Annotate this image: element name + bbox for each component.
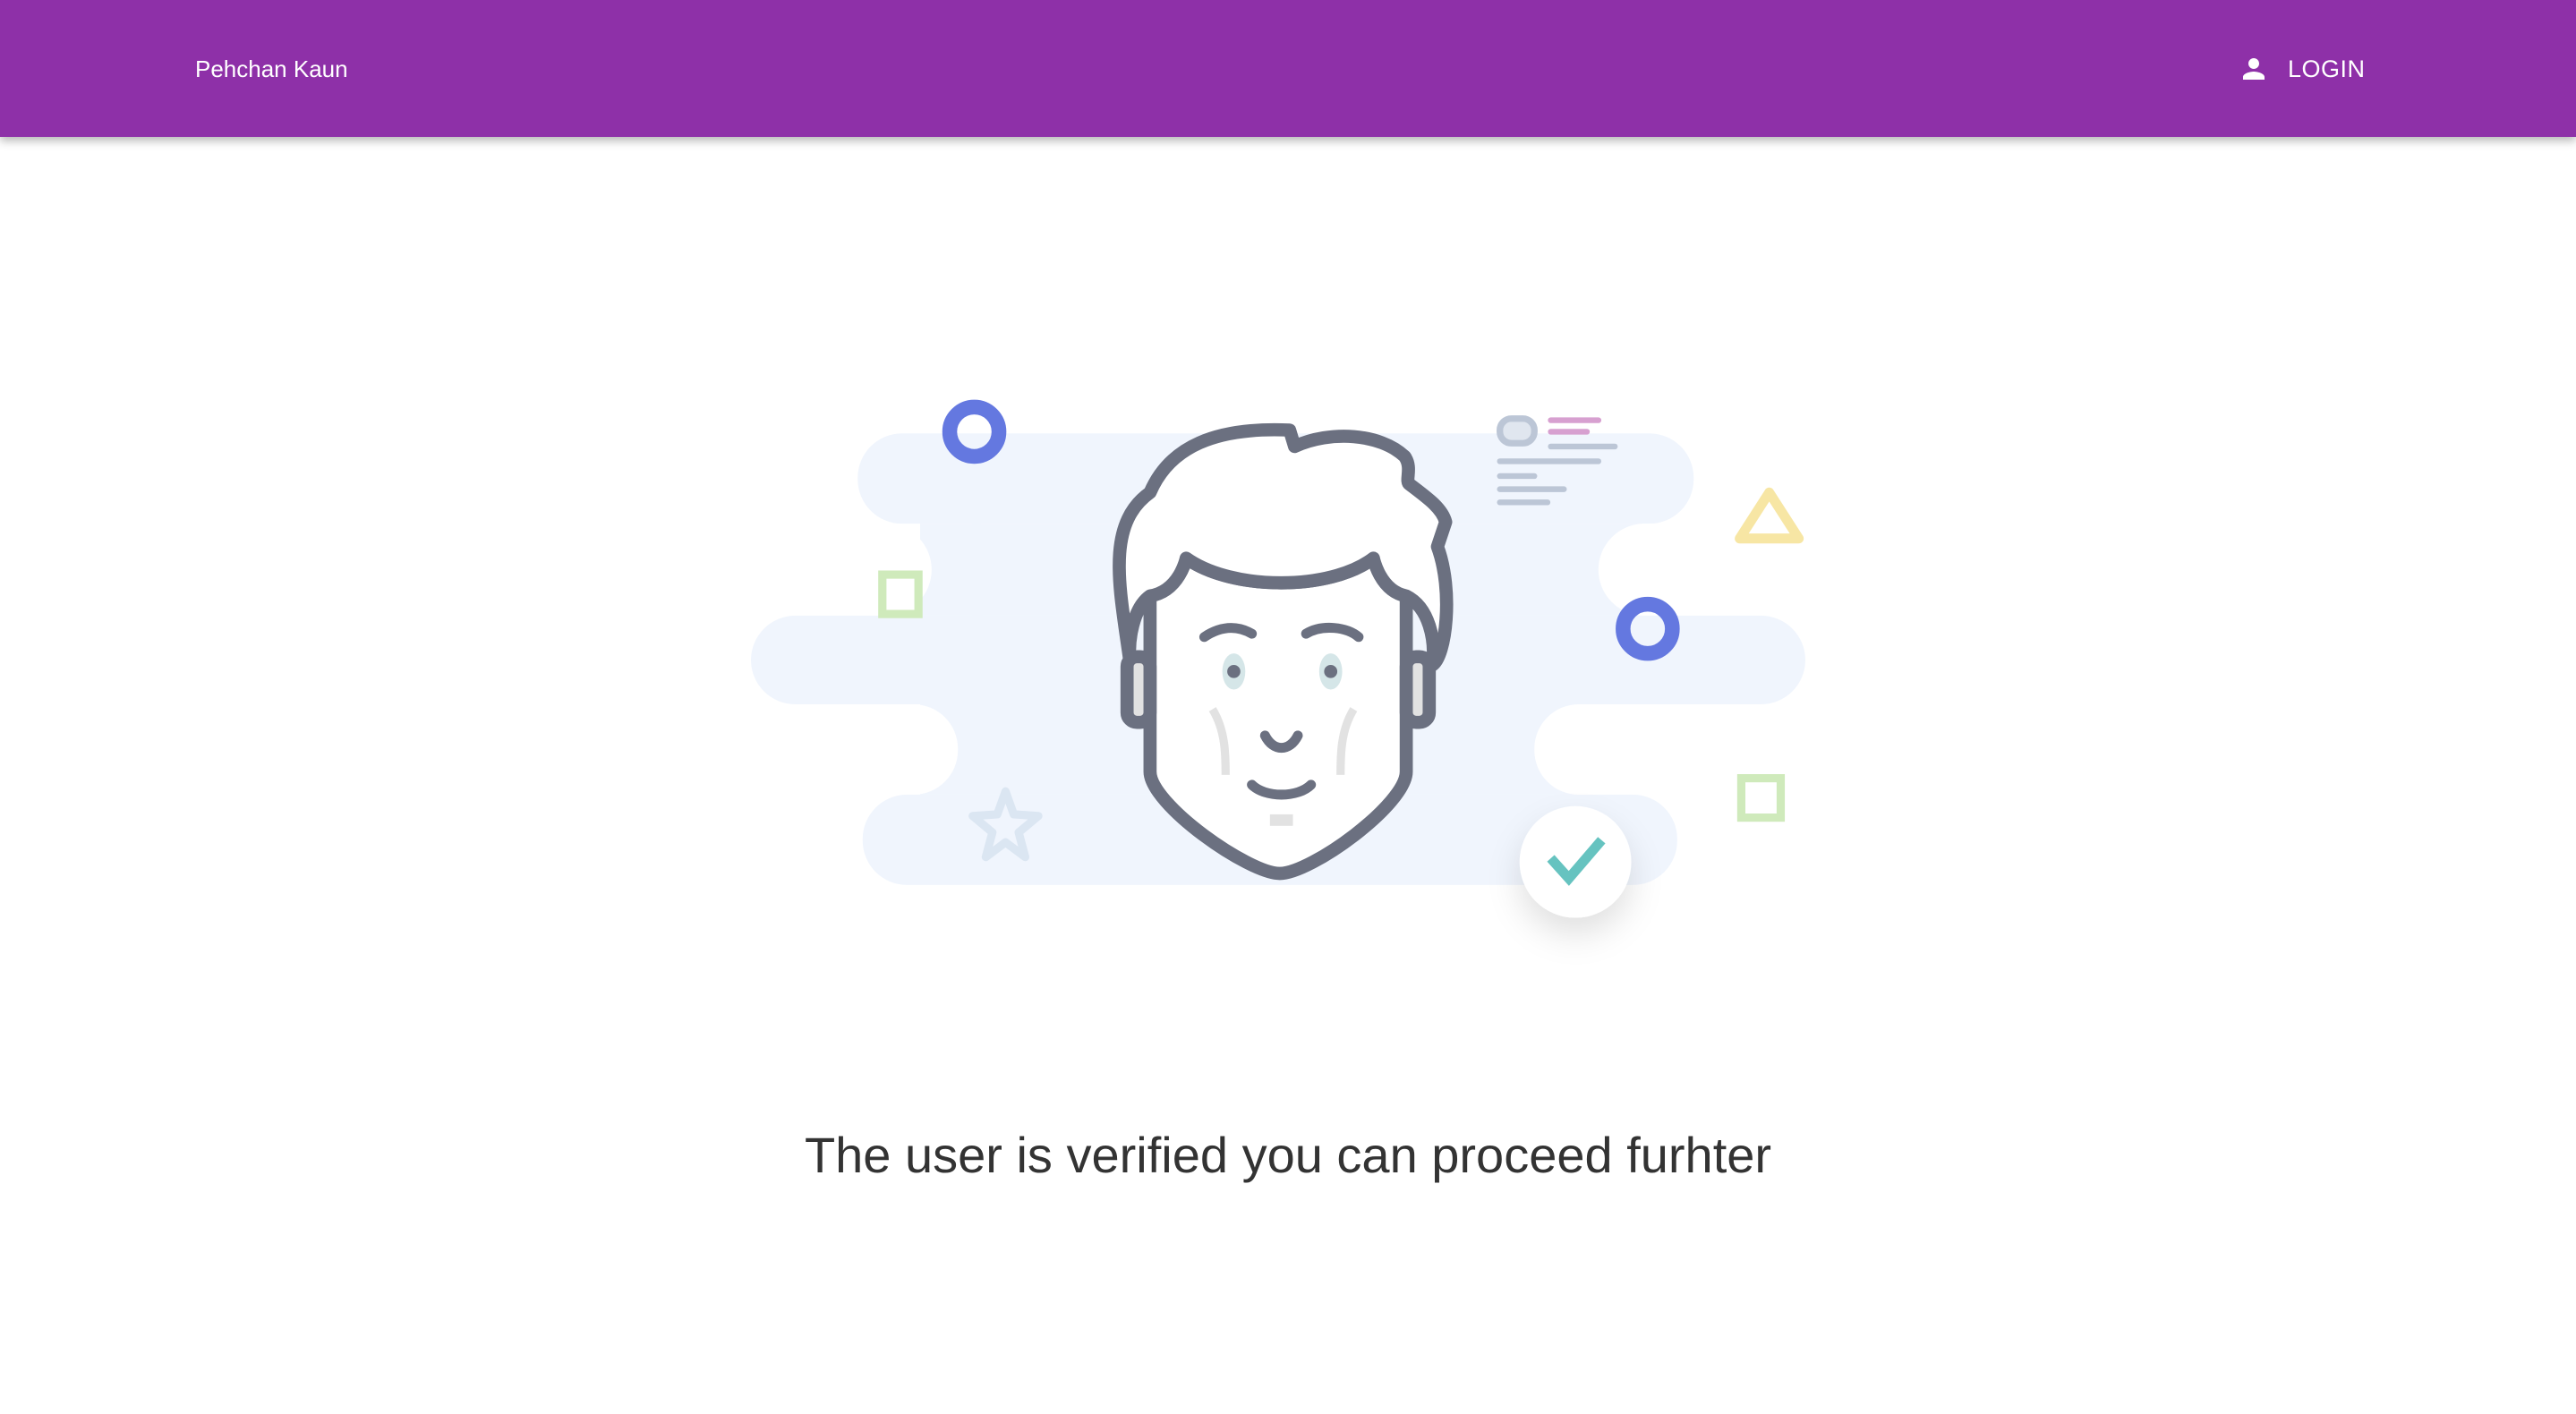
circle-shape (942, 399, 1007, 464)
person-icon (2243, 58, 2265, 80)
login-label: LOGIN (2288, 55, 2366, 82)
app-bar: Pehchan Kaun LOGIN (0, 0, 2576, 137)
face-verified-illustration (751, 399, 1805, 918)
verification-message: The user is verified you can proceed fur… (804, 1127, 1772, 1183)
check-badge (1519, 805, 1632, 918)
triangle-shape (1735, 487, 1804, 544)
app-title[interactable]: Pehchan Kaun (195, 54, 348, 84)
login-button[interactable]: LOGIN (2229, 45, 2375, 93)
